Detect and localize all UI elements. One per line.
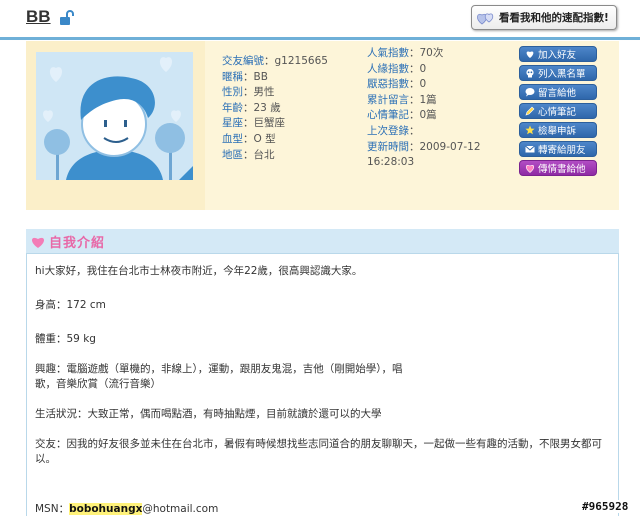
stat-row-messages: 累計留言：1篇 bbox=[367, 93, 437, 106]
mood-notes-button[interactable]: 心情筆記 bbox=[519, 103, 597, 119]
info-key: 交友編號 bbox=[222, 55, 264, 67]
match-button-label: 看看我和他的速配指數! bbox=[499, 12, 609, 24]
stat-updated-time: 16:28:03 bbox=[367, 156, 415, 169]
intro-hobbies: 興趣：電腦遊戲（單機的，非線上），運動，跟朋友鬼混，吉他（剛開始學），唱歌，音樂… bbox=[35, 363, 403, 390]
stat-key: 人緣指數 bbox=[367, 62, 409, 75]
stat-key: 厭惡指數 bbox=[367, 78, 409, 91]
chat-icon bbox=[524, 87, 535, 98]
intro-height: 身高：172 cm bbox=[35, 299, 106, 311]
profile-stats: 人氣指數：70次 人緣指數：0 厭惡指數：0 累計留言：1篇 心情筆記：0篇 上… bbox=[367, 46, 481, 171]
stat-row-dislike: 厭惡指數：0 bbox=[367, 78, 427, 91]
stat-row-popularity: 人氣指數：70次 bbox=[367, 47, 444, 59]
stat-row-updated: 更新時間：2009-07-12 bbox=[367, 140, 481, 153]
stat-key: 心情筆記 bbox=[367, 109, 409, 122]
add-friend-button[interactable]: 加入好友 bbox=[519, 46, 597, 62]
info-value: 台北 bbox=[253, 148, 275, 161]
info-value: 巨蟹座 bbox=[253, 117, 286, 130]
info-row-nickname: 暱稱：BB bbox=[222, 70, 268, 83]
add-friend-label: 加入好友 bbox=[538, 50, 577, 61]
info-row-gender: 性別：男性 bbox=[222, 86, 275, 99]
intro-greeting: hi大家好，我住在台北市士林夜市附近，今年22歲，很高興認識大家。 bbox=[35, 265, 363, 277]
self-intro-title-text: 自我介紹 bbox=[49, 236, 106, 251]
skull-icon bbox=[524, 68, 535, 79]
info-row-region: 地區：台北 bbox=[222, 148, 275, 161]
profile-header: BB 看看我和他的速配指數! bbox=[0, 0, 640, 38]
hearts-icon bbox=[477, 13, 494, 24]
info-value: BB bbox=[253, 70, 268, 83]
intro-msn: MSN：bobohuangx@hotmail.com bbox=[35, 502, 218, 516]
blacklist-label: 列入黑名單 bbox=[538, 69, 586, 80]
forward-to-friend-button[interactable]: 轉寄給朋友 bbox=[519, 141, 597, 157]
leave-message-button[interactable]: 留言給他 bbox=[519, 84, 597, 100]
intro-weight: 體重：59 kg bbox=[35, 333, 96, 345]
pencil-icon bbox=[524, 106, 535, 117]
info-row-zodiac: 星座：巨蟹座 bbox=[222, 117, 286, 130]
self-intro-header bbox=[26, 229, 619, 254]
love-letter-icon bbox=[524, 163, 535, 174]
report-label: 檢舉申訴 bbox=[538, 126, 577, 137]
stat-row-last-login: 上次登錄： bbox=[367, 124, 420, 137]
blacklist-button[interactable]: 列入黑名單 bbox=[519, 65, 597, 81]
msn-prefix: MSN： bbox=[35, 503, 70, 515]
intro-friendship: 交友：因我的好友很多並未住在台北市，暑假有時候想找些志同道合的朋友聊聊天，一起做… bbox=[35, 438, 602, 465]
stat-value: 1篇 bbox=[419, 93, 437, 106]
msn-username: bobohuangx bbox=[69, 503, 143, 515]
report-button[interactable]: 檢舉申訴 bbox=[519, 122, 597, 138]
info-row-blood: 血型：O 型 bbox=[222, 132, 276, 145]
info-value: g1215665 bbox=[274, 55, 328, 67]
info-key: 暱稱 bbox=[222, 70, 243, 83]
self-intro-title: 自我介紹 bbox=[30, 232, 105, 251]
basic-info: 交友編號：g1215665 暱稱：BB 性別：男性 年齡：23 歲 星座：巨蟹座… bbox=[222, 54, 328, 163]
info-key: 血型 bbox=[222, 132, 243, 145]
mail-icon bbox=[524, 144, 535, 155]
info-key: 性別 bbox=[222, 86, 243, 99]
nickname-link[interactable]: BB bbox=[26, 7, 51, 27]
msn-domain: @hotmail.com bbox=[142, 503, 219, 515]
mood-notes-label: 心情筆記 bbox=[538, 107, 577, 118]
lock-icon bbox=[60, 10, 74, 25]
heart-icon bbox=[524, 49, 535, 60]
stat-key: 更新時間 bbox=[367, 140, 409, 153]
pink-heart-icon bbox=[31, 237, 45, 248]
info-value: 男性 bbox=[253, 86, 275, 99]
info-key: 星座 bbox=[222, 117, 243, 130]
intro-lifestyle: 生活狀況：大致正常，偶而喝點酒，有時抽點煙，目前就讀於還可以的大學 bbox=[35, 408, 382, 420]
stat-key: 人氣指數 bbox=[367, 47, 409, 59]
info-key: 地區 bbox=[222, 148, 243, 161]
leave-message-label: 留言給他 bbox=[538, 88, 577, 99]
watermark-id: #965928 bbox=[580, 500, 631, 513]
star-icon bbox=[524, 125, 535, 136]
avatar bbox=[36, 52, 193, 180]
send-love-letter-button[interactable]: 傳情書給他 bbox=[519, 160, 597, 176]
match-index-button[interactable]: 看看我和他的速配指數! bbox=[471, 5, 617, 30]
info-row-id: 交友編號：g1215665 bbox=[222, 55, 328, 67]
info-value: O 型 bbox=[253, 132, 276, 145]
info-value: 23 歲 bbox=[253, 101, 281, 114]
stat-row-likability: 人緣指數：0 bbox=[367, 62, 427, 75]
stat-value: 0 bbox=[419, 62, 427, 75]
action-buttons: 加入好友 列入黑名單 留言給他 心情筆記 檢舉申訴 轉寄給朋友 傳情書給他 bbox=[519, 46, 597, 179]
stat-key: 累計留言 bbox=[367, 93, 409, 106]
stat-value: 2009-07-12 bbox=[419, 140, 481, 153]
stat-row-mood-notes: 心情筆記：0篇 bbox=[367, 109, 437, 122]
header-divider bbox=[0, 37, 640, 40]
forward-to-friend-label: 轉寄給朋友 bbox=[538, 145, 586, 156]
info-key: 年齡 bbox=[222, 101, 243, 114]
stat-value: 0 bbox=[419, 78, 427, 91]
send-love-letter-label: 傳情書給他 bbox=[538, 164, 586, 175]
stat-key: 上次登錄 bbox=[367, 124, 409, 137]
stat-value: 0篇 bbox=[419, 109, 437, 122]
info-row-age: 年齡：23 歲 bbox=[222, 101, 281, 114]
stat-value: 70次 bbox=[419, 47, 444, 59]
